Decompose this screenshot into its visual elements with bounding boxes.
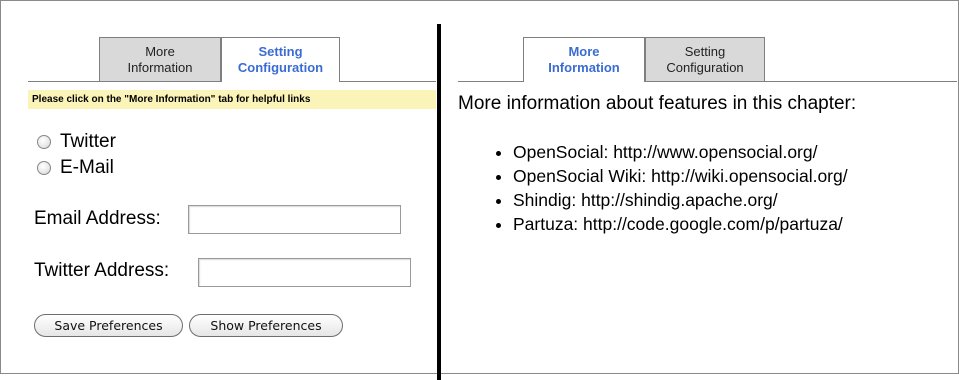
- list-item[interactable]: OpenSocial Wiki: http://wiki.opensocial.…: [513, 164, 848, 188]
- left-tab-strip-line: [340, 81, 436, 82]
- tab-label-line2: Information: [127, 60, 193, 75]
- radio-option-twitter[interactable]: Twitter: [34, 131, 116, 153]
- right-tab-strip-line: [458, 81, 523, 82]
- list-item[interactable]: OpenSocial: http://www.opensocial.org/: [513, 140, 848, 164]
- tab-label-line2: Configuration: [237, 60, 324, 75]
- radio-label-twitter: Twitter: [60, 131, 116, 152]
- show-preferences-button[interactable]: Show Preferences: [189, 314, 343, 337]
- tab-label-line2: Configuration: [666, 60, 744, 75]
- email-radio-button[interactable]: [37, 161, 51, 175]
- twitter-address-input[interactable]: [198, 258, 411, 287]
- right-tab-setting-configuration[interactable]: Setting Configuration: [645, 37, 765, 82]
- email-address-input[interactable]: [188, 205, 401, 234]
- tab-label-line1: Setting: [684, 44, 726, 59]
- panel-divider: [437, 24, 441, 380]
- twitter-address-label: Twitter Address:: [34, 260, 170, 281]
- tab-label-line1: More: [568, 44, 600, 59]
- info-heading: More information about features in this …: [458, 93, 857, 114]
- radio-label-email: E-Mail: [60, 157, 114, 178]
- info-link-list: OpenSocial: http://www.opensocial.org/ O…: [497, 140, 848, 236]
- tab-label-line1: Setting: [258, 44, 303, 59]
- tab-label-line2: Information: [548, 60, 620, 75]
- list-item[interactable]: Partuza: http://code.google.com/p/partuz…: [513, 212, 848, 236]
- right-tab-more-information[interactable]: More Information: [523, 37, 645, 82]
- radio-option-email[interactable]: E-Mail: [34, 157, 114, 179]
- twitter-radio-button[interactable]: [37, 135, 51, 149]
- left-tab-more-information[interactable]: More Information: [99, 37, 221, 82]
- save-preferences-button[interactable]: Save Preferences: [34, 314, 183, 337]
- left-tab-setting-configuration[interactable]: Setting Configuration: [221, 37, 340, 82]
- list-item[interactable]: Shindig: http://shindig.apache.org/: [513, 188, 848, 212]
- tab-label-line1: More: [145, 44, 175, 59]
- email-address-label: Email Address:: [34, 208, 161, 229]
- help-notice: Please click on the "More Information" t…: [28, 90, 436, 109]
